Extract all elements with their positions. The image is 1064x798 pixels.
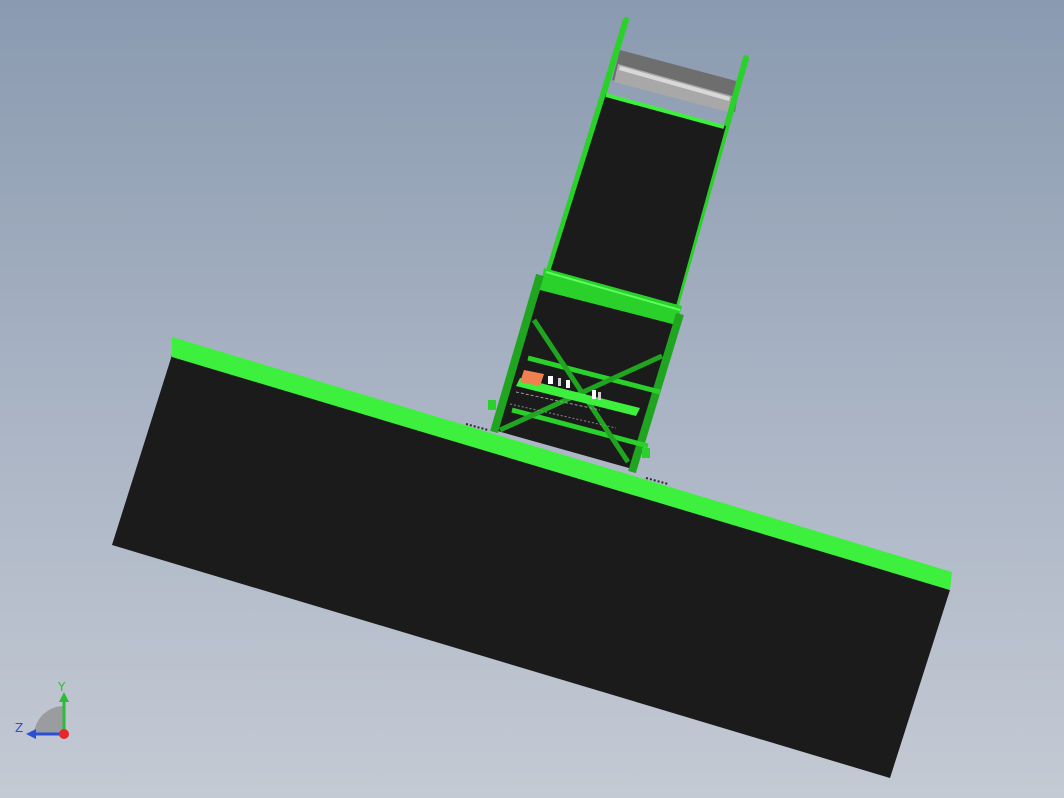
triad-arc [34, 705, 64, 734]
z-arrowhead [26, 729, 36, 739]
conveyor-column[interactable] [488, 17, 749, 474]
detail-mark [566, 380, 570, 388]
y-axis-label: Y [58, 680, 66, 694]
triad-graphic [26, 692, 69, 739]
stud [488, 400, 496, 410]
x-axis-origin [59, 729, 69, 739]
stud [642, 448, 650, 458]
detail-mark [598, 392, 601, 400]
detail-mark [592, 390, 596, 399]
detail-mark [558, 378, 561, 386]
cad-viewport[interactable]: Y Z [0, 0, 1064, 798]
detail-mark [548, 376, 553, 384]
z-axis-label: Z [15, 721, 24, 735]
model-scene[interactable] [0, 0, 1064, 798]
orientation-triad: Y Z [10, 674, 80, 746]
belt-panel [550, 94, 726, 306]
